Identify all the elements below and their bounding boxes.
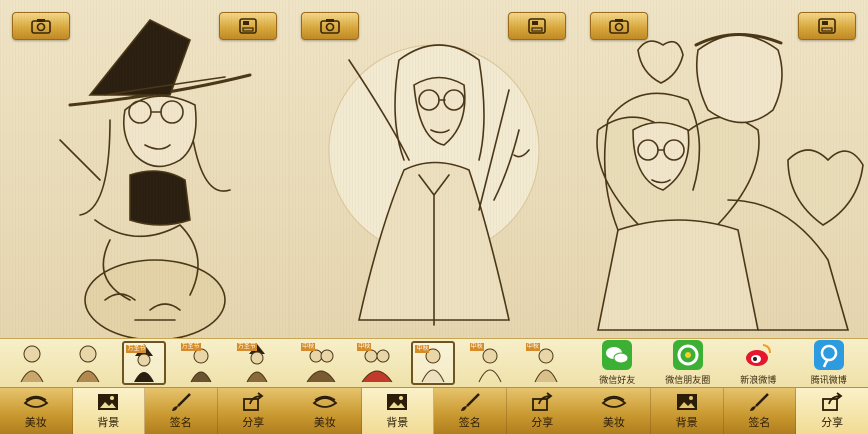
- tab-label: 分享: [531, 416, 554, 429]
- tab-signature[interactable]: 签名: [434, 388, 507, 434]
- template-tag: 万圣节: [236, 343, 257, 351]
- share-label: 腾讯微博: [810, 376, 847, 386]
- template-thumb[interactable]: [10, 341, 54, 385]
- template-thumb-selected[interactable]: 中秋: [411, 341, 456, 385]
- camera-icon: [31, 19, 51, 34]
- sketch-canvas[interactable]: [289, 0, 578, 338]
- weibo-icon: [743, 340, 773, 370]
- tab-label: 分享: [242, 416, 265, 429]
- tab-label: 美妆: [24, 416, 47, 429]
- share-target-strip: 微信好友 微信朋友圈 新浪微博 腾讯微博: [578, 338, 868, 388]
- save-icon: [239, 18, 257, 34]
- template-thumb[interactable]: 中秋: [468, 341, 512, 385]
- eye-icon: [23, 395, 49, 408]
- witch-sketch: [59, 18, 252, 338]
- tab-label: 美妆: [602, 416, 625, 429]
- save-icon: [528, 18, 546, 34]
- camera-button[interactable]: [590, 12, 648, 40]
- tab-makeup[interactable]: 美妆: [289, 388, 362, 434]
- template-tag: 万圣节: [126, 345, 147, 353]
- template-tag: 中秋: [525, 343, 540, 351]
- background-template-strip: 中秋 中秋 中秋 中秋 中秋: [289, 338, 578, 388]
- template-thumb[interactable]: 万圣节: [179, 341, 223, 385]
- camera-button[interactable]: [301, 12, 359, 40]
- tab-share[interactable]: 分享: [507, 388, 579, 434]
- tab-label: 背景: [386, 416, 409, 429]
- share-tencent-weibo[interactable]: 腾讯微博: [797, 340, 861, 386]
- background-template-strip: 万圣节 万圣节 万圣节: [0, 338, 289, 388]
- share-sina-weibo[interactable]: 新浪微博: [726, 340, 790, 386]
- tab-share[interactable]: 分享: [796, 388, 868, 434]
- share-wechat-moments[interactable]: 微信朋友圈: [656, 340, 720, 386]
- tab-share[interactable]: 分享: [218, 388, 290, 434]
- save-icon: [818, 18, 836, 34]
- tab-signature[interactable]: 签名: [724, 388, 797, 434]
- image-icon: [98, 394, 119, 410]
- image-icon: [387, 394, 408, 410]
- panel-ancient: 中秋 中秋 中秋 中秋 中秋 美妆 背景 签名 分享: [289, 0, 578, 434]
- sketch-canvas[interactable]: [578, 0, 868, 338]
- bottom-tab-bar: 美妆 背景 签名 分享: [0, 388, 289, 434]
- camera-icon: [609, 19, 629, 34]
- brush-icon: [750, 393, 770, 411]
- tab-makeup[interactable]: 美妆: [0, 388, 73, 434]
- template-thumb[interactable]: [66, 341, 110, 385]
- template-thumb-selected[interactable]: 万圣节: [122, 341, 167, 385]
- tencent-weibo-icon: [813, 340, 844, 370]
- panel-couple: 微信好友 微信朋友圈 新浪微博 腾讯微博 美妆 背景 签名 分享: [578, 0, 868, 434]
- template-tag: 中秋: [415, 345, 430, 353]
- tab-label: 背景: [97, 416, 120, 429]
- tab-background[interactable]: 背景: [361, 388, 434, 434]
- save-button[interactable]: [798, 12, 856, 40]
- save-button[interactable]: [508, 12, 566, 40]
- brush-icon: [460, 393, 480, 411]
- wechat-moments-icon: [672, 340, 703, 370]
- share-icon: [822, 392, 843, 411]
- tab-label: 美妆: [313, 416, 336, 429]
- share-label: 微信朋友圈: [665, 376, 711, 386]
- bottom-tab-bar: 美妆 背景 签名 分享: [289, 388, 578, 434]
- eye-icon: [601, 395, 627, 408]
- share-label: 新浪微博: [740, 376, 777, 386]
- camera-icon: [320, 19, 340, 34]
- sketch-canvas[interactable]: [0, 0, 289, 338]
- template-icon: [20, 345, 44, 383]
- template-tag: 中秋: [301, 343, 316, 351]
- template-tag: 万圣节: [180, 343, 201, 351]
- template-icon: [76, 345, 100, 383]
- template-thumb[interactable]: 中秋: [299, 341, 343, 385]
- eye-icon: [312, 395, 338, 408]
- tab-label: 分享: [821, 416, 844, 429]
- tab-background[interactable]: 背景: [72, 388, 145, 434]
- brush-icon: [171, 393, 191, 411]
- tab-signature[interactable]: 签名: [145, 388, 218, 434]
- app-screenshots: 万圣节 万圣节 万圣节 美妆 背景 签名 分享 中秋 中秋 中秋 中秋 中秋 美…: [0, 0, 868, 434]
- tab-label: 背景: [675, 416, 698, 429]
- tab-label: 签名: [748, 416, 771, 429]
- share-label: 微信好友: [599, 376, 636, 386]
- template-thumb[interactable]: 中秋: [524, 341, 568, 385]
- save-button[interactable]: [219, 12, 277, 40]
- share-wechat-friends[interactable]: 微信好友: [585, 340, 649, 386]
- share-icon: [243, 392, 264, 411]
- panel-halloween: 万圣节 万圣节 万圣节 美妆 背景 签名 分享: [0, 0, 289, 434]
- tab-background[interactable]: 背景: [651, 388, 724, 434]
- template-tag: 中秋: [357, 343, 372, 351]
- template-thumb[interactable]: 万圣节: [235, 341, 279, 385]
- couple-sketch: [596, 33, 864, 331]
- image-icon: [676, 394, 697, 410]
- tab-label: 签名: [169, 416, 192, 429]
- ancient-costume-sketch: [328, 44, 540, 326]
- tab-label: 签名: [458, 416, 481, 429]
- tab-makeup[interactable]: 美妆: [578, 388, 651, 434]
- wechat-icon: [602, 340, 633, 370]
- template-tag: 中秋: [469, 343, 484, 351]
- bottom-tab-bar: 美妆 背景 签名 分享: [578, 388, 868, 434]
- template-thumb[interactable]: 中秋: [355, 341, 399, 385]
- share-icon: [532, 392, 553, 411]
- camera-button[interactable]: [12, 12, 70, 40]
